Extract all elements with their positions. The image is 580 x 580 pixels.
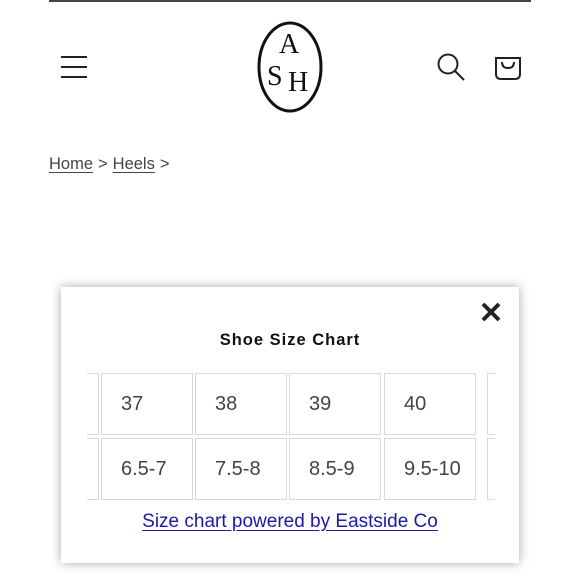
breadcrumb-separator: > bbox=[159, 155, 170, 173]
table-cell: 37 bbox=[101, 373, 193, 435]
table-cell: 6.5-7 bbox=[101, 438, 193, 500]
table-cell-partial bbox=[487, 373, 495, 435]
table-cell-partial bbox=[487, 438, 495, 500]
table-cell-partial bbox=[87, 438, 99, 500]
logo-letter-h: H bbox=[288, 67, 309, 98]
breadcrumb-home-link[interactable]: Home bbox=[49, 155, 93, 173]
breadcrumb-separator: > bbox=[98, 155, 108, 173]
header-top-rule bbox=[49, 0, 531, 2]
cart-icon[interactable] bbox=[489, 46, 527, 86]
table-cell: 9.5-10 bbox=[384, 438, 476, 500]
table-cell: 40 bbox=[384, 373, 476, 435]
breadcrumb: Home > Heels > bbox=[49, 155, 174, 174]
hamburger-menu-icon[interactable] bbox=[56, 50, 92, 84]
brand-logo[interactable]: A S H bbox=[257, 21, 323, 113]
close-x-icon[interactable] bbox=[479, 300, 503, 324]
search-icon[interactable] bbox=[432, 48, 470, 86]
powered-by-link[interactable]: Size chart powered by Eastside Co bbox=[61, 511, 519, 533]
table-cell: 7.5-8 bbox=[195, 438, 287, 500]
size-chart-title: Shoe Size Chart bbox=[219, 331, 361, 349]
size-chart-modal: Shoe Size Chart 37 38 39 40 6.5-7 7.5-8 … bbox=[61, 287, 519, 563]
table-cell: 39 bbox=[289, 373, 381, 435]
logo-letter-a: A bbox=[279, 29, 300, 60]
breadcrumb-heels-link[interactable]: Heels bbox=[113, 155, 155, 173]
logo-letter-s: S bbox=[267, 61, 283, 92]
table-cell: 38 bbox=[195, 373, 287, 435]
table-cell: 8.5-9 bbox=[289, 438, 381, 500]
table-cell-partial bbox=[87, 373, 99, 435]
